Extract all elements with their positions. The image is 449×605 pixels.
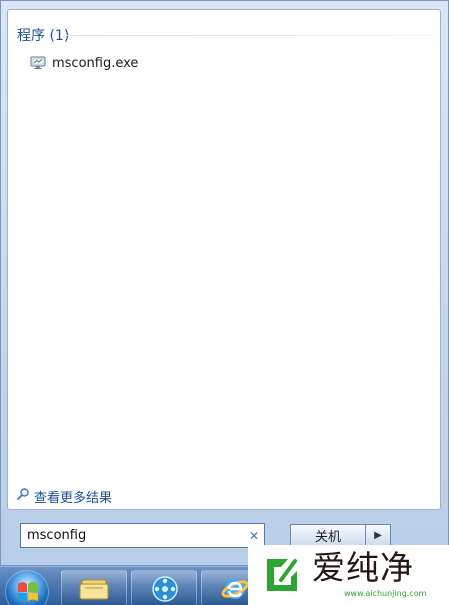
brand-logo: [260, 551, 304, 595]
see-more-results-link[interactable]: 查看更多结果: [16, 487, 113, 506]
search-input[interactable]: msconfig ✕: [20, 523, 265, 548]
search-input-value: msconfig: [27, 528, 87, 543]
media-player-icon[interactable]: [131, 570, 197, 605]
start-menu: 程序 (1) msconfig.exe 查看更多结果 msconfig ✕ 关机…: [0, 0, 449, 566]
chevron-right-icon: ▶: [374, 530, 382, 541]
brand-url: www.aichunjing.com: [344, 589, 427, 598]
shutdown-options-button[interactable]: ▶: [365, 524, 391, 547]
search-result-msconfig[interactable]: msconfig.exe: [30, 53, 138, 73]
shutdown-control: 关机 ▶: [290, 524, 391, 547]
brand-title: 爱纯净: [312, 548, 414, 587]
search-results-panel: 程序 (1) msconfig.exe 查看更多结果: [7, 9, 441, 510]
shutdown-button-label: 关机: [314, 530, 341, 545]
programs-section-title: 程序 (1): [17, 28, 70, 44]
shutdown-button[interactable]: 关机: [290, 524, 365, 547]
watermark-badge: 爱纯净 www.aichunjing.com: [248, 545, 449, 605]
search-result-label: msconfig.exe: [52, 55, 139, 71]
see-more-results-label: 查看更多结果: [34, 490, 113, 506]
close-icon[interactable]: ✕: [244, 524, 264, 547]
system-config-icon: [30, 56, 46, 70]
start-orb-icon[interactable]: [5, 570, 49, 605]
section-divider: [66, 35, 434, 36]
search-icon: [16, 487, 30, 505]
screen: 程序 (1) msconfig.exe 查看更多结果 msconfig ✕ 关机…: [0, 0, 449, 605]
windows-explorer-icon[interactable]: [61, 570, 127, 605]
